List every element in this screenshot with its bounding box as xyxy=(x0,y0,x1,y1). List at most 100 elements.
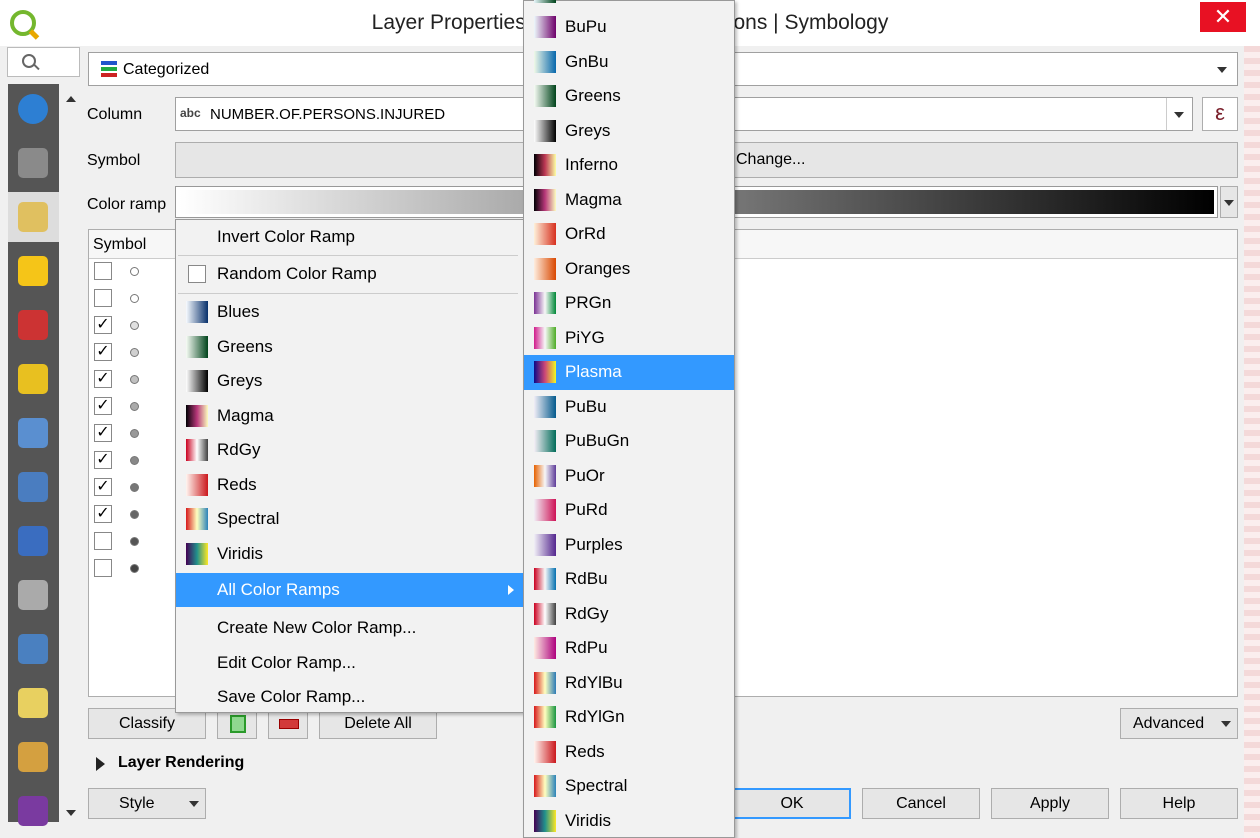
close-button[interactable]: ✕ xyxy=(1200,2,1246,32)
sidebar-item-display[interactable] xyxy=(8,678,59,728)
row-checkbox[interactable]: ✓ xyxy=(94,478,112,496)
col-symbol-header[interactable]: Symbol xyxy=(93,236,146,254)
submenu-item-rdgy[interactable]: RdGy xyxy=(524,597,734,632)
submenu-item-greens[interactable]: Greens xyxy=(524,79,734,114)
expand-arrow-icon[interactable] xyxy=(96,757,105,771)
cancel-button[interactable]: Cancel xyxy=(862,788,980,819)
submenu-item-greys[interactable]: Greys xyxy=(524,114,734,149)
menu-item-invert-ramp[interactable]: Invert Color Ramp xyxy=(176,220,524,254)
menu-item-create-ramp[interactable]: Create New Color Ramp... xyxy=(176,611,524,645)
submenu-item-rdbu[interactable]: RdBu xyxy=(524,562,734,597)
class-symbol-icon[interactable] xyxy=(130,510,139,519)
submenu-item-bupu[interactable]: BuPu xyxy=(524,10,734,45)
submenu-item-pubu[interactable]: PuBu xyxy=(524,390,734,425)
menu-item-edit-ramp[interactable]: Edit Color Ramp... xyxy=(176,646,524,680)
sidebar-item-rendering[interactable] xyxy=(8,732,59,782)
style-button[interactable]: Style xyxy=(88,788,206,819)
help-button[interactable]: Help xyxy=(1120,788,1238,819)
row-checkbox[interactable]: ✓ xyxy=(94,316,112,334)
submenu-item-rdylgn[interactable]: RdYlGn xyxy=(524,700,734,735)
submenu-item-reds[interactable]: Reds xyxy=(524,735,734,770)
submenu-item-pubugn[interactable]: PuBuGn xyxy=(524,424,734,459)
submenu-item-viridis[interactable]: Viridis xyxy=(524,804,734,838)
submenu-item-prgn[interactable]: PRGn xyxy=(524,286,734,321)
submenu-item-plasma[interactable]: Plasma xyxy=(524,355,734,390)
row-checkbox[interactable]: ✓ xyxy=(94,370,112,388)
submenu-item-rdylbu[interactable]: RdYlBu xyxy=(524,666,734,701)
sidebar-item-actions[interactable] xyxy=(8,624,59,674)
submenu-item-magma[interactable]: Magma xyxy=(524,183,734,218)
class-symbol-icon[interactable] xyxy=(130,294,139,303)
submenu-item-purples[interactable]: Purples xyxy=(524,528,734,563)
apply-button[interactable]: Apply xyxy=(991,788,1109,819)
row-checkbox[interactable] xyxy=(94,289,112,307)
class-symbol-icon[interactable] xyxy=(130,348,139,357)
submenu-item-inferno[interactable]: Inferno xyxy=(524,148,734,183)
submenu-item-rdpu[interactable]: RdPu xyxy=(524,631,734,666)
class-symbol-icon[interactable] xyxy=(130,537,139,546)
submenu-item-piyg[interactable]: PiYG xyxy=(524,321,734,356)
row-checkbox[interactable] xyxy=(94,559,112,577)
class-symbol-icon[interactable] xyxy=(130,429,139,438)
menu-item-save-ramp[interactable]: Save Color Ramp... xyxy=(176,680,524,714)
class-symbol-icon[interactable] xyxy=(130,375,139,384)
class-symbol-icon[interactable] xyxy=(130,402,139,411)
row-checkbox[interactable]: ✓ xyxy=(94,424,112,442)
attributes-form-icon xyxy=(18,472,48,502)
sidebar-item-diagrams[interactable] xyxy=(8,300,59,350)
row-checkbox[interactable]: ✓ xyxy=(94,505,112,523)
submenu-item-puor[interactable]: PuOr xyxy=(524,459,734,494)
expression-button[interactable]: ε xyxy=(1202,97,1238,131)
row-checkbox[interactable]: ✓ xyxy=(94,397,112,415)
menu-item-ramp-magma[interactable]: Magma xyxy=(176,399,524,433)
sidebar-item-3d-view[interactable] xyxy=(8,354,59,404)
display-icon xyxy=(18,688,48,718)
class-symbol-icon[interactable] xyxy=(130,267,139,276)
row-checkbox[interactable] xyxy=(94,262,112,280)
row-checkbox[interactable]: ✓ xyxy=(94,451,112,469)
sidebar-item-symbology[interactable] xyxy=(8,192,59,242)
menu-item-ramp-greys[interactable]: Greys xyxy=(176,364,524,398)
menu-item-all-color-ramps[interactable]: All Color Ramps xyxy=(176,573,524,607)
advanced-button[interactable]: Advanced xyxy=(1120,708,1238,739)
sidebar-item-variables[interactable] xyxy=(8,786,59,836)
menu-item-ramp-viridis[interactable]: Viridis xyxy=(176,537,524,571)
scroll-down-icon[interactable] xyxy=(66,810,76,816)
class-symbol-icon[interactable] xyxy=(130,564,139,573)
menu-item-ramp-spectral[interactable]: Spectral xyxy=(176,502,524,536)
ramp-swatch xyxy=(534,602,556,625)
sidebar-item-labels[interactable] xyxy=(8,246,59,296)
submenu-item-gnbu[interactable]: GnBu xyxy=(524,45,734,80)
sidebar-item-attributes-form[interactable] xyxy=(8,462,59,512)
search-input[interactable] xyxy=(7,47,80,77)
random-ramp-checkbox[interactable] xyxy=(188,265,206,283)
scroll-up-icon[interactable] xyxy=(66,96,76,102)
sidebar-item-information[interactable] xyxy=(8,84,59,134)
sidebar-item-joins[interactable] xyxy=(8,516,59,566)
submenu-item-orrd[interactable]: OrRd xyxy=(524,217,734,252)
all-color-ramps-submenu: BuPu GnBu Greens Greys Inferno Magma OrRd Orang… xyxy=(523,0,735,838)
qgis-logo-icon xyxy=(10,10,36,36)
layer-rendering-header[interactable]: Layer Rendering xyxy=(118,754,244,772)
row-checkbox[interactable] xyxy=(94,532,112,550)
class-symbol-icon[interactable] xyxy=(130,483,139,492)
menu-item-ramp-blues[interactable]: Blues xyxy=(176,295,524,329)
menu-item-ramp-greens[interactable]: Greens xyxy=(176,330,524,364)
menu-item-ramp-reds[interactable]: Reds xyxy=(176,468,524,502)
menu-item-random-ramp[interactable]: Random Color Ramp xyxy=(176,257,524,291)
menu-item-label: Blues xyxy=(217,302,260,321)
sidebar-item-fields[interactable] xyxy=(8,408,59,458)
submenu-item-purd[interactable]: PuRd xyxy=(524,493,734,528)
sidebar-item-source[interactable] xyxy=(8,138,59,188)
sidebar-item-auxiliary-storage[interactable] xyxy=(8,570,59,620)
color-ramp-dropdown-button[interactable] xyxy=(1220,186,1238,218)
row-checkbox[interactable]: ✓ xyxy=(94,343,112,361)
labels-icon xyxy=(18,256,48,286)
class-symbol-icon[interactable] xyxy=(130,456,139,465)
ok-button[interactable]: OK xyxy=(733,788,851,819)
submenu-item-spectral[interactable]: Spectral xyxy=(524,769,734,804)
submenu-item-oranges[interactable]: Oranges xyxy=(524,252,734,287)
menu-item-ramp-rdgy[interactable]: RdGy xyxy=(176,433,524,467)
sidebar-scrollbar[interactable] xyxy=(62,90,80,822)
class-symbol-icon[interactable] xyxy=(130,321,139,330)
